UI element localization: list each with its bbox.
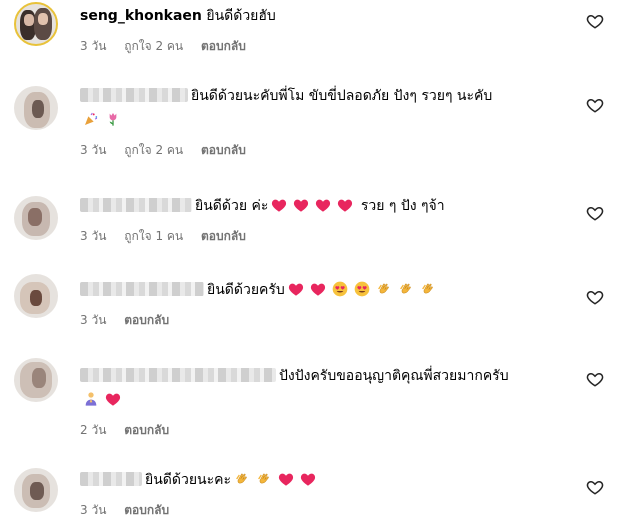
comment-text: seng_khonkaen ยินดีด้วยฮับ	[80, 4, 570, 28]
heart-outline-icon[interactable]	[586, 12, 604, 30]
comment-item: seng_khonkaen ยินดีด้วยฮับ 3 วัน ถูกใจ 2…	[0, 0, 620, 60]
comment-text: ปังปังครับขออนุญาติคุณพี่สวยมากครับ	[80, 364, 570, 388]
blurred-username[interactable]	[80, 282, 204, 296]
comment-meta: 3 วัน ถูกใจ 2 คน ตอบกลับ	[80, 38, 570, 54]
blurred-username[interactable]	[80, 472, 142, 486]
timestamp: 3 วัน	[80, 313, 107, 327]
comment-message: ยินดีด้วย ค่ะ	[195, 198, 269, 214]
comment-text: ยินดีด้วยนะคะ	[80, 468, 570, 492]
username[interactable]: seng_khonkaen	[80, 8, 202, 24]
reply-button[interactable]: ตอบกลับ	[201, 143, 246, 157]
comment-message: ยินดีด้วยครับ	[207, 282, 285, 298]
comment-message: ยินดีด้วยนะคับพี่โม ขับขี่ปลอดภัย ปังๆ ร…	[191, 88, 493, 104]
red-heart-emoji	[293, 197, 309, 213]
like-count[interactable]: ถูกใจ 1 คน	[124, 229, 183, 243]
comment-message: ยินดีด้วยฮับ	[206, 8, 276, 24]
comment-item: ยินดีด้วยนะคับพี่โม ขับขี่ปลอดภัย ปังๆ ร…	[0, 80, 620, 170]
heart-outline-icon[interactable]	[586, 370, 604, 388]
reply-button[interactable]: ตอบกลับ	[201, 229, 246, 243]
blurred-username[interactable]	[80, 198, 192, 212]
comment-item: ยินดีด้วยครับ 3 วัน ตอบกลับ	[0, 272, 620, 338]
like-count[interactable]: ถูกใจ 2 คน	[124, 143, 183, 157]
tulip-emoji	[105, 111, 121, 127]
clapping-hands-emoji	[376, 281, 392, 297]
clapping-hands-emoji	[398, 281, 414, 297]
comment-text-line2	[80, 388, 570, 412]
clapping-hands-emoji	[420, 281, 436, 297]
reply-button[interactable]: ตอบกลับ	[124, 423, 169, 437]
red-heart-emoji	[288, 281, 304, 297]
clapping-hands-emoji	[234, 471, 250, 487]
heart-eyes-emoji	[354, 281, 370, 297]
blurred-username[interactable]	[80, 368, 276, 382]
comment-meta: 2 วัน ตอบกลับ	[80, 422, 570, 438]
comment-text: ยินดีด้วยครับ	[80, 278, 570, 302]
reply-button[interactable]: ตอบกลับ	[124, 503, 169, 517]
timestamp: 3 วัน	[80, 143, 107, 157]
timestamp: 3 วัน	[80, 39, 107, 53]
avatar[interactable]	[14, 358, 58, 402]
red-heart-emoji	[300, 471, 316, 487]
comment-meta: 3 วัน ถูกใจ 2 คน ตอบกลับ	[80, 142, 570, 158]
praying-person-emoji	[83, 391, 99, 407]
red-heart-emoji	[310, 281, 326, 297]
comment-message-end: รวย ๆ ปัง ๆจ้า	[360, 198, 445, 214]
comment-item: ยินดีด้วยนะคะ 3 วัน ตอบกลับ	[0, 462, 620, 518]
avatar[interactable]	[14, 468, 58, 512]
heart-outline-icon[interactable]	[586, 96, 604, 114]
heart-eyes-emoji	[332, 281, 348, 297]
heart-outline-icon[interactable]	[586, 478, 604, 496]
blurred-username[interactable]	[80, 88, 188, 102]
avatar[interactable]	[14, 274, 58, 318]
comment-item: ยินดีด้วย ค่ะ รวย ๆ ปัง ๆจ้า 3 วัน ถูกใจ…	[0, 188, 620, 254]
heart-outline-icon[interactable]	[586, 204, 604, 222]
red-heart-emoji	[105, 391, 121, 407]
red-heart-emoji	[278, 471, 294, 487]
comment-meta: 3 วัน ตอบกลับ	[80, 312, 570, 328]
comment-message: ปังปังครับขออนุญาติคุณพี่สวยมากครับ	[279, 368, 509, 384]
comment-text-line2	[80, 108, 570, 132]
comment-meta: 3 วัน ถูกใจ 1 คน ตอบกลับ	[80, 228, 570, 244]
red-heart-emoji	[337, 197, 353, 213]
comment-meta: 3 วัน ตอบกลับ	[80, 502, 570, 518]
clapping-hands-emoji	[256, 471, 272, 487]
timestamp: 3 วัน	[80, 229, 107, 243]
avatar[interactable]	[14, 86, 58, 130]
avatar[interactable]	[14, 196, 58, 240]
heart-outline-icon[interactable]	[586, 288, 604, 306]
comment-text: ยินดีด้วยนะคับพี่โม ขับขี่ปลอดภัย ปังๆ ร…	[80, 84, 570, 108]
comment-message: ยินดีด้วยนะคะ	[145, 472, 231, 488]
reply-button[interactable]: ตอบกลับ	[124, 313, 169, 327]
like-count[interactable]: ถูกใจ 2 คน	[124, 39, 183, 53]
comment-text: ยินดีด้วย ค่ะ รวย ๆ ปัง ๆจ้า	[80, 194, 570, 218]
reply-button[interactable]: ตอบกลับ	[201, 39, 246, 53]
red-heart-emoji	[271, 197, 287, 213]
timestamp: 3 วัน	[80, 503, 107, 517]
avatar[interactable]	[14, 2, 58, 46]
timestamp: 2 วัน	[80, 423, 107, 437]
comment-item: ปังปังครับขออนุญาติคุณพี่สวยมากครับ 2 วั…	[0, 354, 620, 444]
red-heart-emoji	[315, 197, 331, 213]
party-popper-emoji	[83, 111, 99, 127]
